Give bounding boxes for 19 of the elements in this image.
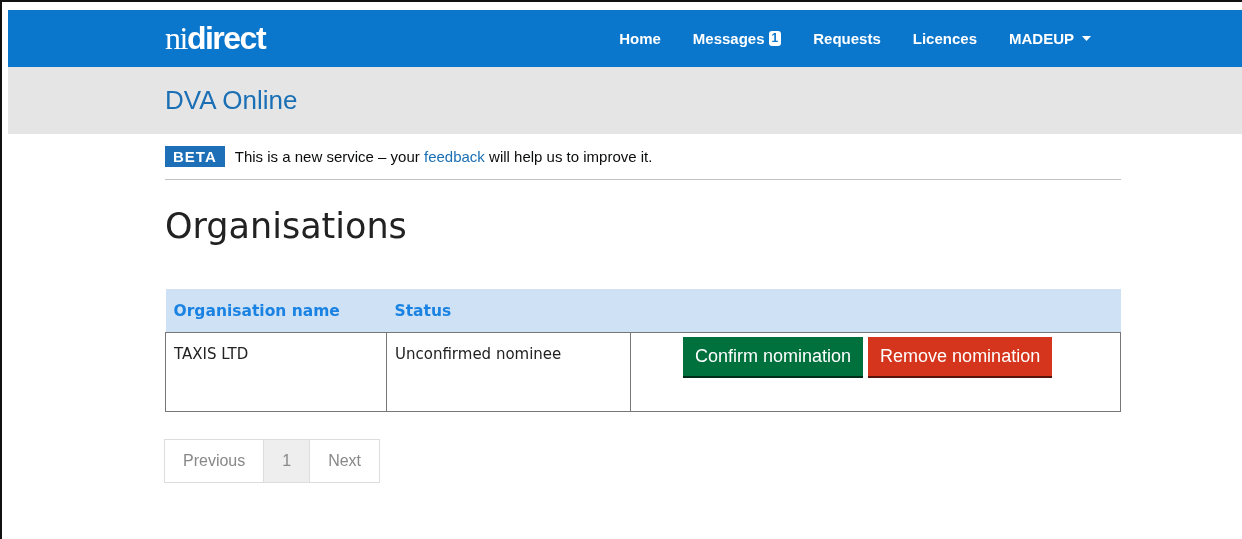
nav-link[interactable]: Requests bbox=[797, 30, 897, 47]
beta-notice: This is a new service – your feedback will help us to improve it. bbox=[234, 148, 653, 165]
count-badge: 1 bbox=[768, 31, 782, 46]
column-header: Status bbox=[386, 289, 631, 333]
nav-link[interactable]: Messages 1 bbox=[676, 30, 798, 47]
nav-link[interactable]: MADEUP bbox=[993, 30, 1107, 47]
table-cell: TAXIS LTD bbox=[165, 332, 387, 412]
beta-tag: BETA bbox=[165, 146, 225, 167]
confirm-button[interactable]: Confirm nomination bbox=[683, 337, 864, 376]
table-cell: Unconfirmed nominee bbox=[386, 332, 631, 412]
page-heading: Organisations bbox=[165, 206, 408, 246]
service-title[interactable]: DVA Online bbox=[165, 85, 298, 116]
nav-link[interactable]: Licences bbox=[896, 30, 993, 47]
nav-link[interactable]: Home bbox=[603, 30, 677, 47]
feedback-link[interactable]: feedback bbox=[424, 148, 485, 165]
column-header: Organisation name bbox=[165, 289, 387, 333]
site-logo[interactable]: nidirect bbox=[165, 20, 266, 57]
page-button[interactable]: 1 bbox=[263, 439, 311, 483]
remove-button[interactable]: Remove nomination bbox=[868, 337, 1053, 376]
